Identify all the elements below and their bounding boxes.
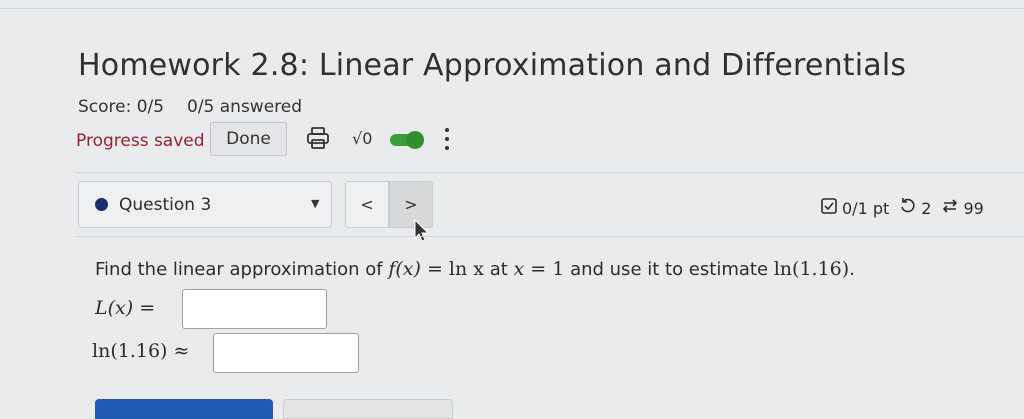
math-input-toggle-label[interactable]: √0 [352,129,372,148]
points-value: 0/1 pt [842,198,890,218]
x-variable: x [513,258,525,280]
question-divider [75,236,1024,237]
chevron-down-icon: ▼ [311,197,320,210]
linear-approx-input[interactable] [182,289,327,329]
problem-statement: Find the linear approximation of f(x) = … [95,258,855,280]
estimate-expression: ln(1.16) [773,258,850,280]
linear-approx-label: L(x) = [95,297,156,319]
answered-count: 0/5 answered [187,97,303,117]
previous-question-button[interactable]: < [345,181,389,228]
section-divider [75,172,1024,173]
function-expression: ln x [448,258,484,280]
question-select-label: Question 3 [119,195,212,215]
toggle-knob [406,131,424,149]
retry-icon [899,197,917,219]
page-title: Homework 2.8: Linear Approximation and D… [78,48,907,83]
question-status-dot [95,198,108,211]
more-options-icon[interactable] [443,124,451,154]
print-icon[interactable] [306,126,330,150]
period: . [849,259,855,280]
checkbox-icon [820,197,838,219]
equals-sign-2: = [524,258,553,280]
question-select[interactable]: Question 3 ▼ [78,181,332,228]
x-value: 1 [552,258,565,280]
score-label: Score: 0/5 [78,97,165,117]
equals-sign: = [420,258,449,280]
at-word: at [484,259,514,280]
question-meta: 0/1 pt 2 99 [820,197,984,219]
done-button[interactable]: Done [210,122,287,156]
attempts-value: 99 [963,198,984,218]
top-divider [0,8,1024,9]
attempts-icon [941,197,959,219]
retries-value: 2 [921,198,932,218]
estimate-label: ln(1.16) ≈ [92,340,190,362]
progress-status: Progress saved [76,131,205,151]
problem-text-prefix: Find the linear approximation of [95,259,389,280]
estimate-input[interactable] [213,333,359,373]
submit-button[interactable] [95,399,273,419]
math-input-toggle[interactable] [388,131,424,149]
mouse-cursor-icon [414,218,430,243]
secondary-button[interactable] [283,399,453,419]
problem-text-suffix: and use it to estimate [564,259,774,280]
function-name: f(x) [388,258,421,280]
